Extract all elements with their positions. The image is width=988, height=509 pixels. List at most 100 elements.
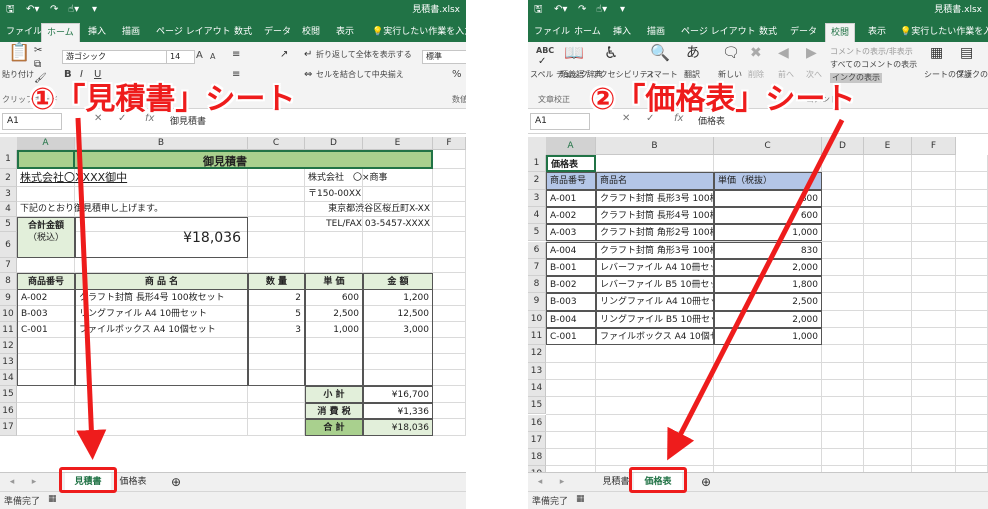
total-amount-cell[interactable]: ¥18,036 (75, 217, 248, 258)
tab-view[interactable]: 表示 (868, 23, 886, 42)
tab-file[interactable]: ファイル (6, 23, 42, 42)
orientation-icon[interactable]: ↗ (280, 48, 288, 62)
sheet-tab-price-list[interactable]: 価格表 (113, 473, 153, 491)
row-header[interactable]: 6 (0, 232, 17, 258)
redo-icon[interactable]: ↷ (50, 3, 58, 17)
item-price-cell[interactable]: 830 (714, 241, 822, 259)
item-code-cell[interactable]: B-003 (546, 293, 596, 311)
item-name-cell[interactable]: クラフト封筒 長形4号 100枚セット (596, 206, 714, 225)
item-amount-cell[interactable]: 1,200 (363, 290, 433, 306)
row-header[interactable]: 16 (528, 414, 546, 432)
item-price-cell[interactable]: 1,800 (714, 276, 822, 294)
item-price-cell[interactable]: 600 (714, 206, 822, 225)
row-header[interactable]: 13 (0, 354, 17, 370)
protect-sheet-icon[interactable]: ▦ (930, 46, 943, 60)
summary-value-cell[interactable]: ¥16,700 (363, 386, 433, 403)
postal-cell[interactable]: 〒150-00XX (305, 187, 433, 202)
row-header[interactable]: 14 (0, 370, 17, 386)
worksheet-grid[interactable]: A B C D E F 1 2 3 4 5 6 7 8 9 10 11 12 13 14 15 16 17 御見積書 株式会社〇… (0, 137, 466, 473)
smart-lookup-icon[interactable]: 🔍 (650, 45, 670, 61)
item-code-cell[interactable]: B-002 (546, 276, 596, 294)
column-header[interactable]: E (363, 137, 433, 150)
empty-table-cell[interactable] (17, 370, 75, 386)
empty-table-cell[interactable] (248, 354, 305, 370)
item-code-cell[interactable]: B-003 (17, 306, 75, 322)
new-comment-icon[interactable]: 🗨 (722, 46, 740, 60)
row-header[interactable]: 9 (528, 293, 546, 311)
font-name-select[interactable]: 游ゴシック (62, 50, 167, 64)
touch-mode-icon[interactable]: ☝▾ (68, 3, 79, 17)
summary-label-cell[interactable]: 合 計 (305, 419, 363, 436)
row-header[interactable]: 5 (528, 224, 546, 242)
scroll-right-icon[interactable]: ▸ (556, 473, 568, 491)
item-qty-cell[interactable]: 3 (248, 322, 305, 338)
tab-insert[interactable]: 挿入 (613, 23, 631, 42)
address-cell[interactable]: 東京都渋谷区桜丘町X-XX (299, 202, 433, 217)
item-price-cell[interactable]: 600 (305, 290, 363, 306)
tab-file[interactable]: ファイル (534, 23, 570, 42)
total-label-cell[interactable]: 合計金額 （税込） (17, 217, 75, 258)
item-name-cell[interactable]: リングファイル A4 10冊セット (596, 293, 714, 311)
item-amount-cell[interactable]: 12,500 (363, 306, 433, 322)
row-header[interactable]: 4 (528, 206, 546, 225)
redo-icon[interactable]: ↷ (578, 3, 586, 17)
save-icon[interactable]: 🖫 (6, 3, 15, 17)
align-top-icon[interactable]: ≡ (232, 48, 240, 62)
table-header-cell[interactable]: 商品番号 (17, 273, 75, 290)
row-header[interactable]: 6 (528, 241, 546, 259)
row-header[interactable]: 17 (0, 419, 17, 436)
select-all-corner[interactable] (0, 137, 18, 151)
table-header-cell[interactable]: 商品名 (596, 172, 714, 190)
tell-me-box[interactable]: 💡実行したい作業を入力し (900, 23, 988, 42)
item-code-cell[interactable]: A-001 (546, 189, 596, 207)
item-code-cell[interactable]: B-004 (546, 310, 596, 328)
row-header[interactable]: 18 (528, 449, 546, 467)
title-cell[interactable]: 価格表 (546, 155, 596, 173)
item-name-cell[interactable]: リングファイル A4 10冊セット (75, 306, 248, 322)
grow-font-icon[interactable]: A (196, 51, 203, 61)
empty-table-cell[interactable] (17, 354, 75, 370)
accessibility-icon[interactable]: ♿ (604, 45, 618, 61)
table-header-cell[interactable]: 商品番号 (546, 172, 596, 190)
item-name-cell[interactable]: クラフト封筒 角形2号 100枚セット (596, 224, 714, 242)
row-header[interactable]: 16 (0, 403, 17, 419)
previous-comment-icon[interactable]: ◀ (778, 46, 789, 60)
table-header-cell[interactable]: 金 額 (363, 273, 433, 290)
empty-table-cell[interactable] (75, 338, 248, 354)
row-header[interactable]: 11 (0, 322, 17, 338)
show-all-comments-button[interactable]: すべてのコメントの表示 (830, 60, 917, 70)
tab-review[interactable]: 校閲 (302, 23, 320, 42)
undo-icon[interactable]: ↶▾ (554, 3, 567, 17)
column-header[interactable]: F (433, 137, 466, 150)
row-header[interactable]: 2 (528, 172, 546, 190)
summary-value-cell[interactable]: ¥1,336 (363, 403, 433, 419)
empty-table-cell[interactable] (17, 338, 75, 354)
row-header[interactable]: 13 (528, 362, 546, 380)
item-price-cell[interactable]: 1,000 (714, 224, 822, 242)
empty-table-cell[interactable] (75, 354, 248, 370)
tell-me-box[interactable]: 💡実行したい作業を入力し (372, 23, 466, 42)
item-name-cell[interactable]: ファイルボックス A4 10個セット (75, 322, 248, 338)
item-code-cell[interactable]: A-004 (546, 241, 596, 259)
item-code-cell[interactable]: C-001 (546, 328, 596, 346)
column-header[interactable]: A (546, 137, 596, 155)
tab-formulas[interactable]: 数式 (234, 23, 252, 42)
column-header[interactable]: B (75, 137, 248, 150)
percent-button[interactable]: % (452, 70, 462, 80)
tel-cell[interactable]: TEL/FAX 03-5457-XXXX (299, 217, 433, 232)
table-header-cell[interactable]: 単 価 (305, 273, 363, 290)
row-header[interactable]: 8 (528, 276, 546, 294)
item-code-cell[interactable]: B-001 (546, 258, 596, 277)
empty-table-cell[interactable] (248, 338, 305, 354)
row-header[interactable]: 11 (528, 328, 546, 346)
item-price-cell[interactable]: 1,000 (305, 322, 363, 338)
touch-mode-icon[interactable]: ☝▾ (596, 3, 607, 17)
scroll-left-icon[interactable]: ◂ (534, 473, 546, 491)
protect-workbook-button[interactable]: ブックの保護 (956, 70, 988, 80)
column-header[interactable]: E (864, 137, 912, 155)
column-header[interactable]: A (17, 137, 75, 150)
font-size-select[interactable]: 14 (166, 50, 195, 64)
column-header[interactable]: D (305, 137, 363, 150)
company-cell[interactable]: 株式会社 〇×商事 (305, 169, 433, 187)
summary-value-cell[interactable]: ¥18,036 (363, 419, 433, 436)
